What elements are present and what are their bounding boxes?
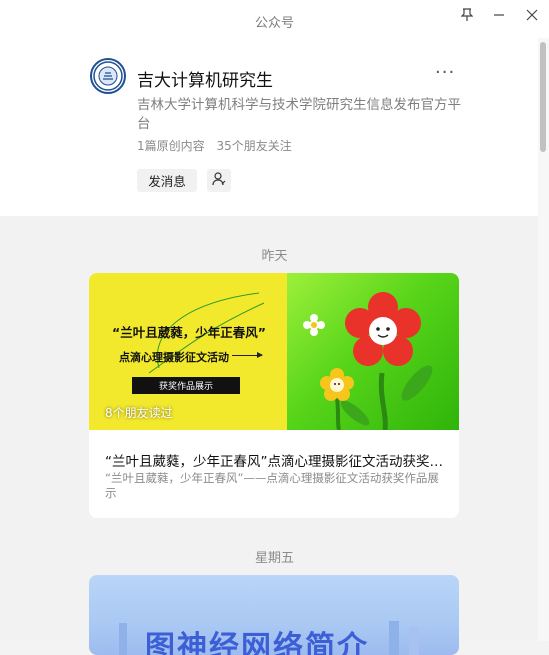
follow-settings-button[interactable]	[207, 169, 231, 192]
pin-button[interactable]	[454, 6, 480, 28]
account-description: 吉林大学计算机科学与技术学院研究生信息发布官方平台	[137, 97, 461, 132]
title-bar: 公众号	[0, 0, 549, 38]
article-feed: 昨天 “兰叶且葳蕤，少年正春风” 点滴心理摄影征文活动 获奖作品展示 8个朋友读…	[0, 216, 538, 655]
date-label: 昨天	[261, 249, 288, 264]
article-cover[interactable]: “兰叶且葳蕤，少年正春风” 点滴心理摄影征文活动 获奖作品展示 8个朋友读过	[89, 273, 459, 430]
article-title[interactable]: “兰叶且葳蕤，少年正春风”点滴心理摄影征文活动获奖作品展示	[105, 450, 445, 470]
friends-read-count: 8个朋友读过	[105, 406, 173, 420]
scrollbar-thumb[interactable]	[540, 42, 546, 152]
minimize-button[interactable]	[486, 6, 512, 28]
more-options-icon[interactable]: ···	[435, 62, 455, 83]
cover-title: 图神经网络简介	[145, 630, 369, 655]
cover-title: “兰叶且葳蕤，少年正春风”	[112, 325, 266, 340]
date-label: 星期五	[254, 551, 294, 566]
minimize-icon	[493, 9, 505, 25]
cover-arrow-icon	[232, 352, 263, 358]
official-account-window: 公众号 吉大计算机研究生 ··· 吉林大学计算机科学与技术学院研究生信息发布官方…	[0, 0, 549, 655]
article-digest: “兰叶且葳蕤，少年正春风”——点滴心理摄影征文活动获奖作品展示	[105, 471, 439, 500]
article-cover[interactable]: 图神经网络简介	[89, 575, 459, 655]
scrollbar[interactable]	[538, 38, 549, 641]
article-card[interactable]: 图神经网络简介	[89, 575, 459, 655]
article-card[interactable]: “兰叶且葳蕤，少年正春风” 点滴心理摄影征文活动 获奖作品展示 8个朋友读过 “…	[89, 273, 459, 518]
account-name[interactable]: 吉大计算机研究生	[137, 66, 273, 91]
account-profile: 吉大计算机研究生 ··· 吉林大学计算机科学与技术学院研究生信息发布官方平台 1…	[0, 38, 549, 216]
account-stats: 1篇原创内容 35个朋友关注	[137, 137, 300, 154]
friends-following-count[interactable]: 35个朋友关注	[216, 139, 291, 153]
close-button[interactable]	[519, 6, 545, 28]
cover-subtitle: 点滴心理摄影征文活动	[119, 351, 229, 364]
account-avatar[interactable]	[90, 58, 126, 94]
close-icon	[526, 9, 538, 25]
cover-badge: 获奖作品展示	[132, 377, 240, 394]
user-icon	[211, 171, 227, 191]
cover-flower-illustration	[287, 273, 459, 430]
send-message-button[interactable]: 发消息	[137, 169, 197, 192]
pin-icon	[460, 8, 474, 26]
original-content-count: 1篇原创内容	[137, 139, 205, 153]
